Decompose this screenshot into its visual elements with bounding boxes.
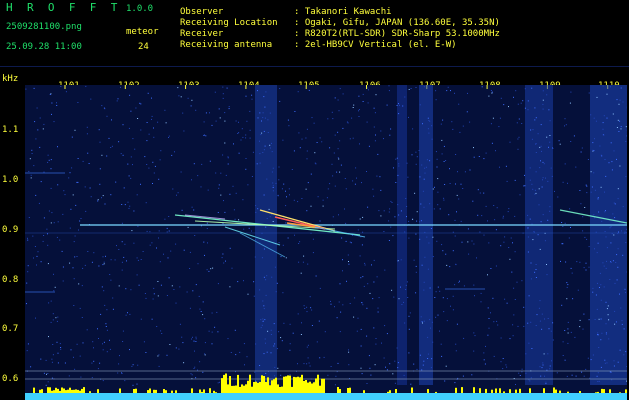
info-value-location: : Ogaki, Gifu, JAPAN (136.60E, 35.35N) (294, 18, 500, 28)
file-datetime: 25.09.28 11:00 (6, 42, 82, 52)
y-tick-0-7: 0.7 (2, 324, 19, 334)
info-value-antenna: : 2el-HB9CV Vertical (el. E-W) (294, 40, 457, 50)
y-axis-unit: kHz (2, 74, 19, 84)
noise-bands (255, 85, 627, 385)
info-value-observer: : Takanori Kawachi (294, 7, 392, 17)
spectrogram-image (25, 85, 627, 400)
info-label-antenna: Receiving antenna (180, 40, 273, 50)
app-title: H R O F F T (6, 1, 122, 14)
header-divider (0, 66, 629, 67)
meteor-count: 24 (138, 42, 149, 52)
info-label-observer: Observer (180, 7, 224, 17)
info-label-receiver: Receiver (180, 29, 224, 39)
spectrogram-panel (25, 85, 627, 400)
y-tick-1-1: 1.1 (2, 125, 19, 135)
file-name: 2509281100.png (6, 22, 82, 32)
histogram-baseline (25, 393, 627, 400)
y-tick-0-6: 0.6 (2, 374, 19, 384)
info-label-location: Receiving Location (180, 18, 278, 28)
hrofft-window: H R O F F T 1.0.0 2509281100.png 25.09.2… (0, 0, 629, 400)
y-tick-1-0: 1.0 (2, 175, 19, 185)
info-value-receiver: : R820T2(RTL-SDR) SDR-Sharp 53.1000MHz (294, 29, 500, 39)
app-version: 1.0.0 (126, 4, 154, 14)
y-tick-0-9: 0.9 (2, 225, 19, 235)
y-tick-0-8: 0.8 (2, 275, 19, 285)
meteor-label: meteor (126, 27, 159, 37)
